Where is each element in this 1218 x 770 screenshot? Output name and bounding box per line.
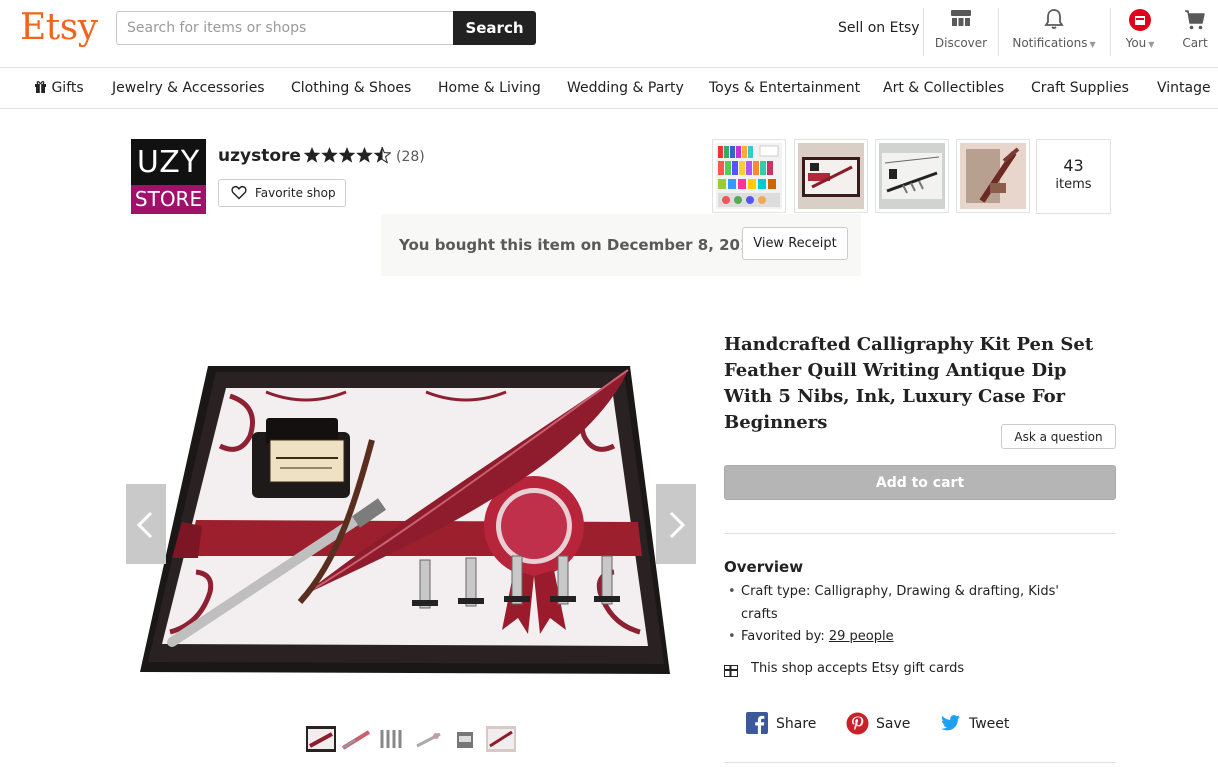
items-count-number: 43	[1063, 156, 1084, 175]
discover-label: Discover	[934, 36, 988, 50]
save-label: Save	[876, 716, 911, 732]
craft-type-label: Craft type:	[741, 584, 811, 599]
gallery-thumbnail[interactable]	[341, 726, 371, 752]
prev-image-button[interactable]	[126, 484, 166, 564]
category-jewelry[interactable]: Jewelry & Accessories	[112, 80, 265, 96]
cart-button[interactable]: Cart	[1176, 8, 1214, 58]
shop-logo[interactable]: UZY STORE	[131, 139, 206, 214]
star-rating-icon	[303, 146, 392, 164]
gift-card-text: This shop accepts Etsy gift cards	[751, 661, 965, 676]
calligraphy-kit-image	[798, 143, 864, 209]
twitter-icon	[939, 712, 961, 738]
category-clothing[interactable]: Clothing & Shoes	[291, 80, 411, 96]
overview-list: Craft type: Calligraphy, Drawing & draft…	[728, 581, 1068, 649]
discover-icon	[933, 8, 989, 34]
product-title: Handcrafted Calligraphy Kit Pen Set Feat…	[724, 334, 1094, 433]
site-header: Etsy Search Sell on Etsy Discover Notifi…	[0, 0, 1218, 68]
next-image-button[interactable]	[656, 484, 696, 564]
purchase-date-text: You bought this item on December 8, 2018…	[399, 236, 767, 254]
shop-name[interactable]: uzystore	[218, 146, 301, 166]
shop-logo-subtext: STORE	[131, 185, 206, 214]
divider	[724, 762, 1116, 763]
gallery-thumbnail[interactable]	[486, 726, 516, 752]
favorited-by-link[interactable]: 29 people	[829, 629, 894, 644]
gallery-thumbnail[interactable]	[306, 726, 336, 752]
cart-icon	[1176, 8, 1214, 34]
shop-item-thumbnail[interactable]	[956, 139, 1030, 213]
chevron-down-icon: ▼	[1148, 40, 1155, 49]
gallery-thumbnail[interactable]	[450, 726, 480, 752]
header-divider	[998, 8, 999, 56]
review-count[interactable]: (28)	[396, 149, 425, 165]
category-home[interactable]: Home & Living	[438, 80, 541, 96]
product-main-image[interactable]	[126, 300, 696, 710]
shop-items-count[interactable]: 43 items	[1036, 139, 1111, 214]
favorited-label: Favorited by:	[741, 629, 825, 644]
ask-question-button[interactable]: Ask a question	[1001, 424, 1116, 449]
list-item: Craft type: Calligraphy, Drawing & draft…	[728, 581, 1068, 626]
notifications-button[interactable]: Notifications ▼	[1008, 8, 1100, 58]
share-label: Share	[776, 716, 817, 732]
search-bar: Search	[116, 11, 536, 45]
tweet-label: Tweet	[969, 716, 1010, 732]
category-vintage[interactable]: Vintage	[1157, 80, 1211, 96]
purchase-banner: You bought this item on December 8, 2018…	[381, 214, 861, 276]
pen-set-image	[879, 143, 945, 209]
you-label: You	[1125, 36, 1147, 50]
shop-item-thumbnail[interactable]	[794, 139, 868, 213]
pinterest-icon	[846, 712, 869, 739]
favorite-shop-button[interactable]: Favorite shop	[218, 179, 346, 207]
category-craft-supplies[interactable]: Craft Supplies	[1031, 80, 1129, 96]
etsy-logo[interactable]: Etsy	[20, 7, 98, 48]
shop-logo-text: UZY	[136, 145, 201, 180]
shop-item-thumbnail[interactable]	[712, 139, 786, 213]
gift-icon	[34, 80, 51, 96]
cart-label: Cart	[1182, 36, 1208, 50]
search-button[interactable]: Search	[453, 11, 536, 45]
chevron-down-icon: ▼	[1089, 40, 1096, 49]
category-nav: Gifts Jewelry & Accessories Clothing & S…	[0, 69, 1218, 109]
gift-card-icon	[724, 665, 738, 681]
heart-icon	[231, 185, 247, 203]
add-to-cart-button[interactable]: Add to cart	[724, 465, 1116, 500]
category-art[interactable]: Art & Collectibles	[883, 80, 1004, 96]
chevron-right-icon	[669, 511, 686, 539]
facebook-icon	[746, 712, 768, 738]
discover-button[interactable]: Discover	[933, 8, 989, 58]
avatar-icon	[1118, 8, 1162, 34]
calligraphy-kit-photo	[140, 366, 670, 674]
items-count-label: items	[1055, 177, 1092, 192]
category-label: Gifts	[51, 80, 84, 96]
notifications-label: Notifications	[1012, 36, 1088, 50]
gallery-thumbnail[interactable]	[377, 726, 407, 752]
bell-icon	[1008, 8, 1100, 34]
chevron-left-icon	[136, 511, 153, 539]
header-divider	[923, 8, 924, 56]
divider	[724, 533, 1116, 534]
shop-item-thumbnail[interactable]	[875, 139, 949, 213]
search-input[interactable]	[116, 11, 454, 45]
gallery-thumbnail[interactable]	[414, 726, 444, 752]
header-divider	[1110, 8, 1111, 56]
category-gifts[interactable]: Gifts	[34, 80, 84, 96]
category-toys[interactable]: Toys & Entertainment	[709, 80, 860, 96]
you-menu-button[interactable]: You ▼	[1118, 8, 1162, 58]
overview-heading: Overview	[724, 558, 804, 576]
feather-pen-image	[960, 143, 1026, 209]
star-rating	[303, 146, 392, 169]
ink-bottles-image	[716, 143, 782, 209]
list-item: Favorited by: 29 people	[728, 626, 1068, 649]
sell-on-etsy-link[interactable]: Sell on Etsy	[838, 20, 920, 36]
favorite-shop-label: Favorite shop	[255, 186, 336, 200]
category-wedding[interactable]: Wedding & Party	[567, 80, 684, 96]
view-receipt-button[interactable]: View Receipt	[742, 227, 848, 260]
